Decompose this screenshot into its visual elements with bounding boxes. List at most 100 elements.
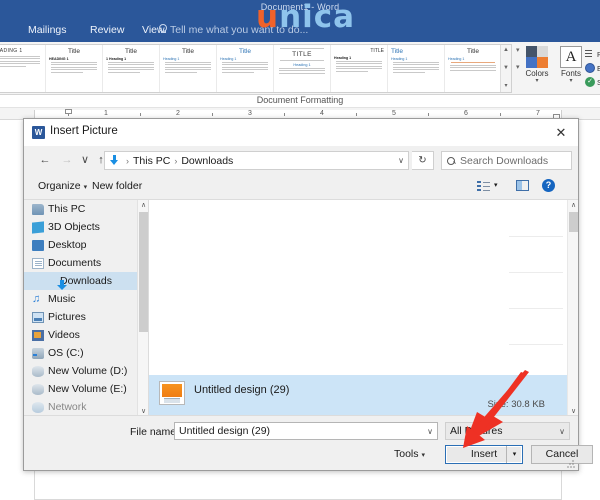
theme-colors-button[interactable]: Colors ▾	[520, 46, 554, 84]
chevron-down-icon[interactable]: ∨	[398, 156, 404, 165]
paragraph-spacing-item[interactable]: P	[585, 47, 600, 61]
breadcrumb-downloads[interactable]: Downloads	[181, 155, 233, 167]
search-box[interactable]: Search Downloads	[441, 151, 572, 170]
theme-fonts-button[interactable]: A Fonts ▾	[556, 46, 586, 84]
drive-icon	[32, 348, 44, 359]
sidebar-item-downloads[interactable]: Downloads	[24, 272, 148, 290]
pc-icon	[32, 204, 44, 215]
style-card[interactable]: Title Heading 1	[388, 45, 445, 92]
refresh-icon[interactable]: ↻	[412, 151, 434, 170]
sidebar-item-os-c[interactable]: OS (C:)	[24, 344, 148, 362]
style-card[interactable]: TITLE Heading 1	[274, 45, 331, 92]
scroll-up-icon[interactable]: ∧	[138, 200, 148, 211]
ruler-number: 1	[104, 110, 108, 117]
style-card[interactable]: Title HEADING 1	[46, 45, 103, 92]
file-type-filter-select[interactable]: All Pictures ∨	[445, 422, 570, 440]
style-card-title: Title	[49, 48, 99, 55]
indent-marker-left[interactable]	[65, 109, 72, 114]
style-card-heading: 1 Heading 1	[106, 57, 156, 61]
network-icon	[32, 402, 44, 413]
style-card-heading: Heading 1	[391, 57, 441, 61]
style-card[interactable]: Title Heading 1	[160, 45, 217, 92]
preview-pane-icon[interactable]	[516, 180, 529, 191]
sidebar-item-new-volume-d[interactable]: New Volume (D:)	[24, 362, 148, 380]
ribbon-effects-group[interactable]: P E ✓ S	[585, 47, 600, 89]
style-gallery-scrollbar[interactable]: ▲ ▼ ▾	[500, 45, 511, 92]
file-list-item[interactable]: Untitled design (29) Size: 30.8 KB	[149, 375, 567, 418]
search-placeholder: Search Downloads	[460, 155, 548, 167]
chevron-down-icon[interactable]: ▾	[556, 78, 586, 84]
style-card[interactable]: TITLE Heading 1	[331, 45, 388, 92]
sidebar-item-videos[interactable]: Videos	[24, 326, 148, 344]
file-list-pane[interactable]: Untitled design (29) Size: 30.8 KB ∧ ∨	[148, 200, 578, 417]
style-card-heading: Heading 1	[334, 56, 384, 60]
tools-button[interactable]: Tools▾	[394, 448, 425, 460]
style-card-heading: HEADING 1	[49, 57, 99, 61]
tab-mailings[interactable]: Mailings	[28, 24, 67, 36]
insert-picture-dialog: Insert Picture ✕ ← → ∨ ↑ › This PC › Dow…	[23, 118, 579, 471]
cancel-button[interactable]: Cancel	[531, 445, 593, 464]
downloads-icon	[109, 155, 120, 166]
help-icon[interactable]: ?	[542, 179, 555, 192]
effects-icon	[585, 63, 595, 73]
gallery-scroll-down-icon[interactable]: ▼	[502, 64, 511, 73]
style-card[interactable]: Title Heading 1	[217, 45, 274, 92]
file-name-input-value: Untitled design (29)	[179, 425, 270, 437]
word-document-title: Document1 - Word	[0, 2, 600, 12]
style-card[interactable]: Title Heading 1	[445, 45, 502, 92]
sidebar-item-pictures[interactable]: Pictures	[24, 308, 148, 326]
close-icon[interactable]: ✕	[544, 119, 578, 146]
resize-grip-icon[interactable]	[567, 460, 575, 468]
sidebar-item-documents[interactable]: Documents	[24, 254, 148, 272]
scrollbar-thumb[interactable]	[139, 212, 148, 332]
style-gallery[interactable]: HEADING 1 Title HEADING 1 Title 1 Headin…	[0, 44, 512, 93]
file-name-label: Untitled design (29)	[194, 384, 289, 396]
style-card[interactable]: HEADING 1	[0, 45, 46, 92]
color-swatch-icon	[526, 46, 548, 68]
sidebar-item-network[interactable]: Network	[24, 398, 148, 416]
gallery-more-icon[interactable]: ▾	[502, 82, 511, 91]
breadcrumb-separator: ›	[174, 156, 177, 166]
tab-review[interactable]: Review	[90, 24, 124, 36]
sidebar-item-this-pc[interactable]: This PC	[24, 200, 148, 218]
sidebar-item-3d-objects[interactable]: 3D Objects	[24, 218, 148, 236]
dialog-navigation-bar: ← → ∨ ↑ › This PC › Downloads ∨ ↻ Search…	[24, 146, 578, 174]
sidebar-item-music[interactable]: ♫Music	[24, 290, 148, 308]
sidebar-item-label: OS (C:)	[48, 347, 84, 359]
chevron-down-icon[interactable]: ∨	[559, 427, 565, 436]
navigation-pane-scrollbar[interactable]: ∧ ∨	[137, 200, 148, 417]
sidebar-item-label: This PC	[48, 203, 85, 215]
file-name-field-label: File name:	[130, 426, 179, 438]
sidebar-item-desktop[interactable]: Desktop	[24, 236, 148, 254]
breadcrumb-this-pc[interactable]: This PC	[133, 155, 170, 167]
scroll-up-icon[interactable]: ∧	[568, 200, 579, 211]
scrollbar-thumb[interactable]	[569, 212, 578, 232]
chevron-down-icon[interactable]: ∨	[427, 427, 433, 436]
effects-item[interactable]: E	[585, 61, 600, 75]
style-card-heading: Heading 1	[448, 57, 498, 61]
file-list-scrollbar[interactable]: ∧ ∨	[567, 200, 578, 417]
style-card-title: Title	[391, 48, 441, 55]
style-card-heading: Heading 1	[277, 63, 327, 67]
gallery-scroll-up-icon[interactable]: ▲	[502, 46, 511, 55]
style-card-title: Title	[220, 48, 270, 55]
tell-me-search[interactable]: Tell me what you want to do...	[170, 24, 308, 36]
set-default-item[interactable]: ✓ S	[585, 75, 600, 89]
colors-label: Colors	[520, 69, 554, 78]
forward-icon[interactable]: →	[60, 153, 74, 167]
chevron-down-icon[interactable]: ▾	[494, 181, 498, 189]
view-layout-icon[interactable]	[477, 180, 490, 192]
new-folder-button[interactable]: New folder	[92, 180, 142, 192]
insert-dropdown-icon[interactable]: ▾	[506, 446, 522, 463]
recent-locations-icon[interactable]: ∨	[78, 153, 92, 167]
organize-button[interactable]: Organize▾	[38, 180, 87, 192]
word-ribbon-tabs: Mailings Review View Tell me what you wa…	[0, 20, 600, 42]
style-card[interactable]: Title 1 Heading 1	[103, 45, 160, 92]
address-bar[interactable]: › This PC › Downloads ∨	[104, 151, 409, 170]
sidebar-item-new-volume-e[interactable]: New Volume (E:)	[24, 380, 148, 398]
insert-button[interactable]: Insert ▾	[445, 445, 523, 464]
file-name-input[interactable]: Untitled design (29) ∨	[174, 422, 438, 440]
chevron-down-icon[interactable]: ▾	[520, 78, 554, 84]
back-icon[interactable]: ←	[38, 153, 52, 167]
dialog-content-area: This PC 3D Objects Desktop Documents Dow…	[24, 199, 578, 417]
